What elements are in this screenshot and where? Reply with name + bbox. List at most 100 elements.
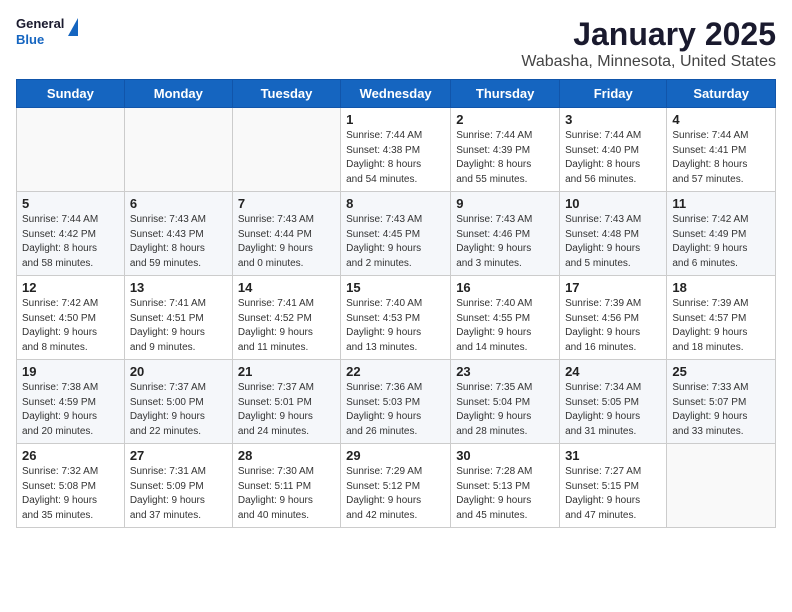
calendar-day: 27 Sunrise: 7:31 AM Sunset: 5:09 PM Dayli… <box>124 444 232 528</box>
day-number: 17 <box>565 280 661 295</box>
day-number: 27 <box>130 448 227 463</box>
day-number: 2 <box>456 112 554 127</box>
day-info: Sunrise: 7:44 AM Sunset: 4:38 PM Dayligh… <box>346 129 445 187</box>
calendar-week-2: 5 Sunrise: 7:44 AM Sunset: 4:42 PM Daylig… <box>17 192 776 276</box>
calendar-day: 1Sunrise: 7:44 AM Sunset: 4:38 PM Daylig… <box>341 108 451 192</box>
calendar-header-wednesday: Wednesday <box>341 80 451 108</box>
calendar-day: 5 Sunrise: 7:44 AM Sunset: 4:42 PM Daylig… <box>17 192 125 276</box>
calendar-day <box>667 444 776 528</box>
day-info: Sunrise: 7:27 AM Sunset: 5:15 PM Dayligh… <box>565 465 661 523</box>
calendar-week-1: 1Sunrise: 7:44 AM Sunset: 4:38 PM Daylig… <box>17 108 776 192</box>
calendar-day <box>17 108 125 192</box>
calendar-week-5: 26Sunrise: 7:32 AM Sunset: 5:08 PM Dayli… <box>17 444 776 528</box>
day-info: Sunrise: 7:32 AM Sunset: 5:08 PM Dayligh… <box>22 465 119 523</box>
calendar-header-row: SundayMondayTuesdayWednesdayThursdayFrid… <box>17 80 776 108</box>
calendar-header-sunday: Sunday <box>17 80 125 108</box>
calendar-day: 23 Sunrise: 7:35 AM Sunset: 5:04 PM Dayli… <box>451 360 560 444</box>
calendar-week-3: 12Sunrise: 7:42 AM Sunset: 4:50 PM Dayli… <box>17 276 776 360</box>
day-info: Sunrise: 7:44 AM Sunset: 4:42 PM Dayligh… <box>22 213 119 271</box>
calendar-day: 13 Sunrise: 7:41 AM Sunset: 4:51 PM Dayli… <box>124 276 232 360</box>
calendar-day: 6 Sunrise: 7:43 AM Sunset: 4:43 PM Daylig… <box>124 192 232 276</box>
day-number: 15 <box>346 280 445 295</box>
day-number: 4 <box>672 112 770 127</box>
day-info: Sunrise: 7:31 AM Sunset: 5:09 PM Dayligh… <box>130 465 227 523</box>
calendar-day: 10 Sunrise: 7:43 AM Sunset: 4:48 PM Dayli… <box>560 192 667 276</box>
day-number: 24 <box>565 364 661 379</box>
calendar-day: 9 Sunrise: 7:43 AM Sunset: 4:46 PM Daylig… <box>451 192 560 276</box>
day-info: Sunrise: 7:28 AM Sunset: 5:13 PM Dayligh… <box>456 465 554 523</box>
day-info: Sunrise: 7:43 AM Sunset: 4:46 PM Dayligh… <box>456 213 554 271</box>
calendar-header-tuesday: Tuesday <box>232 80 340 108</box>
calendar-day: 8Sunrise: 7:43 AM Sunset: 4:45 PM Daylig… <box>341 192 451 276</box>
day-number: 14 <box>238 280 335 295</box>
day-info: Sunrise: 7:38 AM Sunset: 4:59 PM Dayligh… <box>22 381 119 439</box>
day-info: Sunrise: 7:43 AM Sunset: 4:44 PM Dayligh… <box>238 213 335 271</box>
calendar-header-saturday: Saturday <box>667 80 776 108</box>
day-info: Sunrise: 7:43 AM Sunset: 4:43 PM Dayligh… <box>130 213 227 271</box>
calendar-day: 29Sunrise: 7:29 AM Sunset: 5:12 PM Dayli… <box>341 444 451 528</box>
calendar-day: 3 Sunrise: 7:44 AM Sunset: 4:40 PM Daylig… <box>560 108 667 192</box>
calendar-day: 14Sunrise: 7:41 AM Sunset: 4:52 PM Dayli… <box>232 276 340 360</box>
day-number: 18 <box>672 280 770 295</box>
calendar-day: 31 Sunrise: 7:27 AM Sunset: 5:15 PM Dayli… <box>560 444 667 528</box>
day-info: Sunrise: 7:43 AM Sunset: 4:45 PM Dayligh… <box>346 213 445 271</box>
day-info: Sunrise: 7:29 AM Sunset: 5:12 PM Dayligh… <box>346 465 445 523</box>
day-info: Sunrise: 7:42 AM Sunset: 4:50 PM Dayligh… <box>22 297 119 355</box>
day-info: Sunrise: 7:44 AM Sunset: 4:40 PM Dayligh… <box>565 129 661 187</box>
day-info: Sunrise: 7:40 AM Sunset: 4:55 PM Dayligh… <box>456 297 554 355</box>
day-number: 31 <box>565 448 661 463</box>
title-block: January 2025 Wabasha, Minnesota, United … <box>521 16 776 71</box>
day-info: Sunrise: 7:37 AM Sunset: 5:01 PM Dayligh… <box>238 381 335 439</box>
calendar-day: 19 Sunrise: 7:38 AM Sunset: 4:59 PM Dayli… <box>17 360 125 444</box>
calendar-body: 1Sunrise: 7:44 AM Sunset: 4:38 PM Daylig… <box>17 108 776 528</box>
day-number: 21 <box>238 364 335 379</box>
day-info: Sunrise: 7:41 AM Sunset: 4:51 PM Dayligh… <box>130 297 227 355</box>
calendar-day: 28 Sunrise: 7:30 AM Sunset: 5:11 PM Dayli… <box>232 444 340 528</box>
calendar-day: 18 Sunrise: 7:39 AM Sunset: 4:57 PM Dayli… <box>667 276 776 360</box>
calendar-week-4: 19 Sunrise: 7:38 AM Sunset: 4:59 PM Dayli… <box>17 360 776 444</box>
day-info: Sunrise: 7:34 AM Sunset: 5:05 PM Dayligh… <box>565 381 661 439</box>
calendar-day <box>124 108 232 192</box>
day-number: 9 <box>456 196 554 211</box>
calendar-day: 22 Sunrise: 7:36 AM Sunset: 5:03 PM Dayli… <box>341 360 451 444</box>
day-info: Sunrise: 7:44 AM Sunset: 4:39 PM Dayligh… <box>456 129 554 187</box>
page-subtitle: Wabasha, Minnesota, United States <box>521 53 776 71</box>
calendar-day: 26Sunrise: 7:32 AM Sunset: 5:08 PM Dayli… <box>17 444 125 528</box>
day-number: 6 <box>130 196 227 211</box>
calendar-day: 7 Sunrise: 7:43 AM Sunset: 4:44 PM Daylig… <box>232 192 340 276</box>
calendar-header-monday: Monday <box>124 80 232 108</box>
day-info: Sunrise: 7:39 AM Sunset: 4:56 PM Dayligh… <box>565 297 661 355</box>
calendar-day: 24 Sunrise: 7:34 AM Sunset: 5:05 PM Dayli… <box>560 360 667 444</box>
day-info: Sunrise: 7:43 AM Sunset: 4:48 PM Dayligh… <box>565 213 661 271</box>
day-info: Sunrise: 7:44 AM Sunset: 4:41 PM Dayligh… <box>672 129 770 187</box>
calendar-day: 4 Sunrise: 7:44 AM Sunset: 4:41 PM Daylig… <box>667 108 776 192</box>
day-number: 3 <box>565 112 661 127</box>
day-number: 28 <box>238 448 335 463</box>
day-number: 30 <box>456 448 554 463</box>
calendar-day: 12Sunrise: 7:42 AM Sunset: 4:50 PM Dayli… <box>17 276 125 360</box>
day-number: 19 <box>22 364 119 379</box>
day-number: 7 <box>238 196 335 211</box>
day-info: Sunrise: 7:35 AM Sunset: 5:04 PM Dayligh… <box>456 381 554 439</box>
logo-general: General <box>16 16 64 32</box>
day-number: 10 <box>565 196 661 211</box>
calendar-day: 25Sunrise: 7:33 AM Sunset: 5:07 PM Dayli… <box>667 360 776 444</box>
day-info: Sunrise: 7:33 AM Sunset: 5:07 PM Dayligh… <box>672 381 770 439</box>
calendar-day: 11Sunrise: 7:42 AM Sunset: 4:49 PM Dayli… <box>667 192 776 276</box>
calendar-header-friday: Friday <box>560 80 667 108</box>
calendar-day: 16Sunrise: 7:40 AM Sunset: 4:55 PM Dayli… <box>451 276 560 360</box>
day-info: Sunrise: 7:40 AM Sunset: 4:53 PM Dayligh… <box>346 297 445 355</box>
calendar-day: 2 Sunrise: 7:44 AM Sunset: 4:39 PM Daylig… <box>451 108 560 192</box>
day-info: Sunrise: 7:39 AM Sunset: 4:57 PM Dayligh… <box>672 297 770 355</box>
day-number: 23 <box>456 364 554 379</box>
day-info: Sunrise: 7:30 AM Sunset: 5:11 PM Dayligh… <box>238 465 335 523</box>
day-number: 13 <box>130 280 227 295</box>
page-title: January 2025 <box>521 16 776 53</box>
calendar-day: 30 Sunrise: 7:28 AM Sunset: 5:13 PM Dayli… <box>451 444 560 528</box>
day-number: 5 <box>22 196 119 211</box>
day-number: 22 <box>346 364 445 379</box>
calendar: SundayMondayTuesdayWednesdayThursdayFrid… <box>16 79 776 528</box>
day-info: Sunrise: 7:36 AM Sunset: 5:03 PM Dayligh… <box>346 381 445 439</box>
logo: General Blue <box>16 16 78 47</box>
day-number: 20 <box>130 364 227 379</box>
